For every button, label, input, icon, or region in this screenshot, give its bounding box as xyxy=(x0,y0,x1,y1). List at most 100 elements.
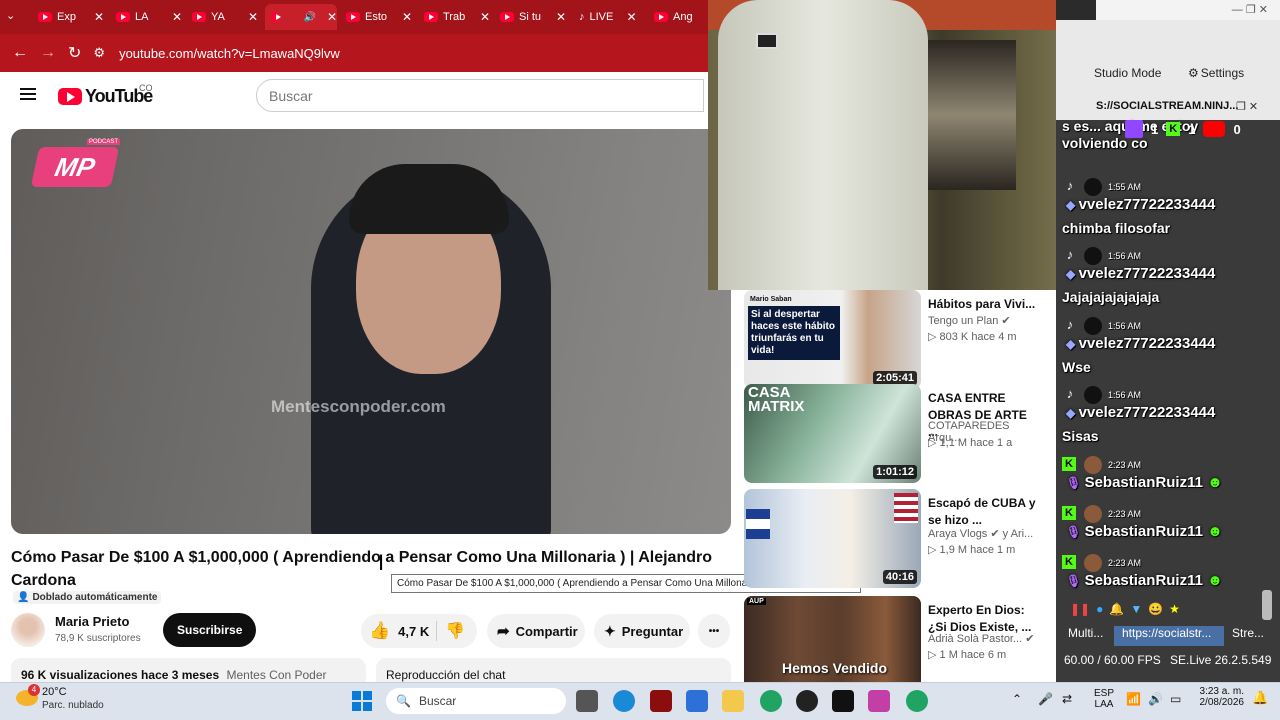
streaming-app-icon[interactable] xyxy=(868,690,890,712)
video-thumbnail[interactable]: Mario Saban Si al despertar haces este h… xyxy=(744,290,921,389)
close-tab-icon[interactable]: ✕ xyxy=(402,10,412,24)
app-icon[interactable] xyxy=(650,690,672,712)
pause-icon[interactable]: ❚❚ xyxy=(1070,602,1090,616)
bell-icon[interactable]: 🔔 xyxy=(1109,602,1124,616)
star-icon[interactable]: ★ xyxy=(1169,602,1180,616)
close-tab-icon[interactable]: ✕ xyxy=(327,10,337,24)
description-box[interactable]: 96 K visualizaciones hace 3 meses Mentes… xyxy=(11,658,366,682)
chrome-icon[interactable] xyxy=(760,690,782,712)
shirt-logo xyxy=(756,33,778,49)
taskbar-search[interactable]: 🔍 Buscar xyxy=(386,688,566,714)
task-view-icon[interactable] xyxy=(576,690,598,712)
recommendation-item[interactable]: Mario Saban Si al despertar haces este h… xyxy=(744,290,1044,390)
browser-tab[interactable]: LA ✕ xyxy=(110,4,184,30)
tab-label: Ang xyxy=(673,11,693,23)
chat-replay-panel[interactable]: Reproducción del chat xyxy=(376,658,731,682)
video-player[interactable]: MP PODCAST Mentesconpoder.com xyxy=(11,129,731,534)
menu-icon[interactable] xyxy=(20,88,36,90)
recommendation-item[interactable]: 40:16 Escapó de CUBA y se hizo ... Araya… xyxy=(744,489,1044,589)
scrollbar-thumb[interactable] xyxy=(1262,590,1272,620)
url-field[interactable]: youtube.com/watch?v=LmawaNQ9lvw xyxy=(119,46,340,61)
recommendation-channel[interactable]: Adrià Solà Pastor... ✔ xyxy=(928,632,1034,645)
dislike-icon[interactable]: 👎 xyxy=(445,621,465,641)
obs-icon[interactable] xyxy=(796,690,818,712)
search-input[interactable]: Buscar xyxy=(256,79,704,112)
like-count[interactable]: 4,7 K xyxy=(398,624,429,639)
reload-icon[interactable]: ↻ xyxy=(68,43,81,63)
audio-playing-icon[interactable]: 🔊 xyxy=(303,12,315,23)
windows-start-icon[interactable] xyxy=(352,691,372,711)
close-tab-icon[interactable]: ✕ xyxy=(248,10,258,24)
browser-tab[interactable]: ♪ LIVE ✕ xyxy=(573,4,647,30)
browser-tab[interactable]: Esto ✕ xyxy=(340,4,414,30)
like-icon[interactable]: 👍 xyxy=(369,621,390,641)
recommendation-title[interactable]: Hábitos para Vivi... xyxy=(928,296,1038,313)
youtube-logo-icon[interactable] xyxy=(58,88,82,105)
notification-icon[interactable]: 🔔 xyxy=(1252,690,1268,706)
video-thumbnail[interactable]: AUP Hemos Vendido xyxy=(744,596,921,682)
close-tab-icon[interactable]: ✕ xyxy=(172,10,182,24)
language-indicator[interactable]: ESP LAA xyxy=(1094,688,1114,710)
tab-socialstream[interactable]: https://socialstr... xyxy=(1114,626,1224,646)
tab-label: Trab xyxy=(443,11,466,23)
browser-tab[interactable]: YA ✕ xyxy=(186,4,260,30)
close-tab-icon[interactable]: ✕ xyxy=(627,10,637,24)
tab-label: Si tu xyxy=(519,11,542,23)
recommendation-item[interactable]: AUP Hemos Vendido Experto En Dios: ¿Si D… xyxy=(744,596,1044,682)
recommendation-title[interactable]: Experto En Dios: ¿Si Dios Existe, ... xyxy=(928,602,1038,636)
browser-tab[interactable]: Exp ✕ xyxy=(32,4,106,30)
channel-avatar[interactable] xyxy=(11,613,45,647)
user-badge-icon: ◆ xyxy=(1066,267,1079,281)
ask-button[interactable]: ✦ Preguntar xyxy=(594,614,690,648)
recommendation-title[interactable]: Escapó de CUBA y se hizo ... xyxy=(928,495,1038,529)
edge-icon[interactable] xyxy=(613,690,635,712)
tab-multi[interactable]: Multi... xyxy=(1062,626,1114,646)
user-badge-icon: 🎙 xyxy=(1066,476,1085,490)
filter-icon[interactable]: ▼ xyxy=(1130,602,1142,616)
emoji-icon[interactable]: 😀 xyxy=(1148,602,1163,616)
forward-icon[interactable]: → xyxy=(40,44,56,62)
user-avatar xyxy=(1084,554,1102,572)
chat-icon[interactable]: ● xyxy=(1096,602,1103,616)
user-badge-icon: 🎙 xyxy=(1066,574,1085,588)
weather-temp[interactable]: 20°C xyxy=(42,686,67,698)
browser-tab[interactable]: Trab ✕ xyxy=(418,4,492,30)
site-info-icon[interactable]: ⚙ xyxy=(93,45,105,61)
mic-icon[interactable]: 🎤 xyxy=(1038,692,1053,706)
tiktok-icon: ♪ xyxy=(1066,247,1074,262)
close-tab-icon[interactable]: ✕ xyxy=(556,10,566,24)
studio-mode-button[interactable]: Studio Mode xyxy=(1094,66,1161,80)
tab-list-chevron-icon[interactable]: ⌄ xyxy=(6,9,15,22)
tray-chevron-icon[interactable]: ⌃ xyxy=(1012,692,1022,706)
message-username: ◆ vvelez77722233444 xyxy=(1066,335,1215,352)
video-thumbnail[interactable]: 40:16 xyxy=(744,489,921,588)
settings-button[interactable]: ⚙ Settings xyxy=(1188,66,1244,80)
browser-tab[interactable]: Si tu ✕ xyxy=(494,4,568,30)
video-duration: 40:16 xyxy=(882,570,917,584)
close-tab-icon[interactable]: ✕ xyxy=(480,10,490,24)
recommendation-item[interactable]: CASA MATRIX 1:01:12 CASA ENTRE OBRAS DE … xyxy=(744,384,1044,484)
popout-icon[interactable]: ❐ ✕ xyxy=(1236,100,1258,113)
store-icon[interactable] xyxy=(686,690,708,712)
tab-stream[interactable]: Stre... xyxy=(1224,626,1274,646)
share-button[interactable]: ➦ Compartir xyxy=(487,614,585,648)
recommendation-channel[interactable]: Tengo un Plan ✔ xyxy=(928,314,1011,327)
network-app-icon[interactable]: ⇄ xyxy=(1062,692,1072,706)
tiktok-app-icon[interactable] xyxy=(832,690,854,712)
recommendation-channel[interactable]: Araya Vlogs ✔ y Ari... xyxy=(928,527,1033,540)
channel-name[interactable]: Maria Prieto xyxy=(55,614,129,629)
volume-icon[interactable]: 🔊 xyxy=(1148,692,1163,706)
video-thumbnail[interactable]: CASA MATRIX 1:01:12 xyxy=(744,384,921,483)
back-icon[interactable]: ← xyxy=(12,44,28,62)
browser-tab[interactable]: 🔊 ✕ xyxy=(265,4,337,30)
window-controls[interactable]: — ❐ ✕ xyxy=(1096,0,1280,20)
more-actions-button[interactable]: ••• xyxy=(698,614,730,648)
battery-icon[interactable]: ▭ xyxy=(1170,692,1181,706)
chrome-profile-icon[interactable] xyxy=(906,690,928,712)
clock[interactable]: 3:23 a. m. 2/08/2026 xyxy=(1198,686,1245,708)
wifi-icon[interactable]: 📶 xyxy=(1126,692,1141,706)
close-tab-icon[interactable]: ✕ xyxy=(94,10,104,24)
weather-desc[interactable]: Parc. nublado xyxy=(42,700,104,711)
file-explorer-icon[interactable] xyxy=(722,690,744,712)
subscribe-button[interactable]: Suscribirse xyxy=(163,613,257,647)
